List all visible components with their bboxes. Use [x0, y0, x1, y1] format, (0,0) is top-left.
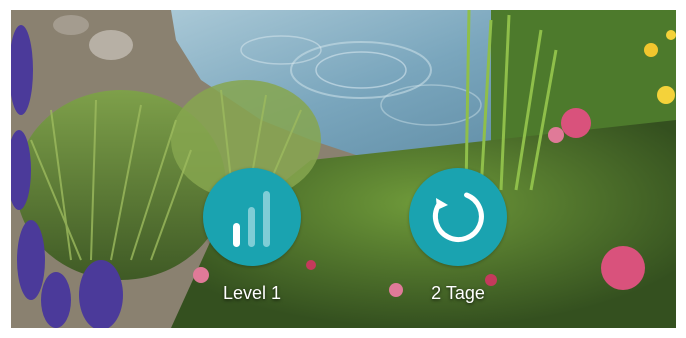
signal-bars-icon	[227, 187, 277, 247]
cycle-badge	[409, 168, 507, 266]
garden-pond-banner: Level 1 2 Tage	[11, 10, 676, 328]
garden-pond-photo	[11, 10, 676, 328]
cycle-label: 2 Tage	[431, 283, 485, 303]
refresh-cycle-icon	[426, 185, 490, 249]
level-badge	[203, 168, 301, 266]
cycle-feature: 2 Tage	[398, 168, 518, 304]
level-feature: Level 1	[192, 168, 312, 304]
level-label: Level 1	[222, 283, 282, 303]
